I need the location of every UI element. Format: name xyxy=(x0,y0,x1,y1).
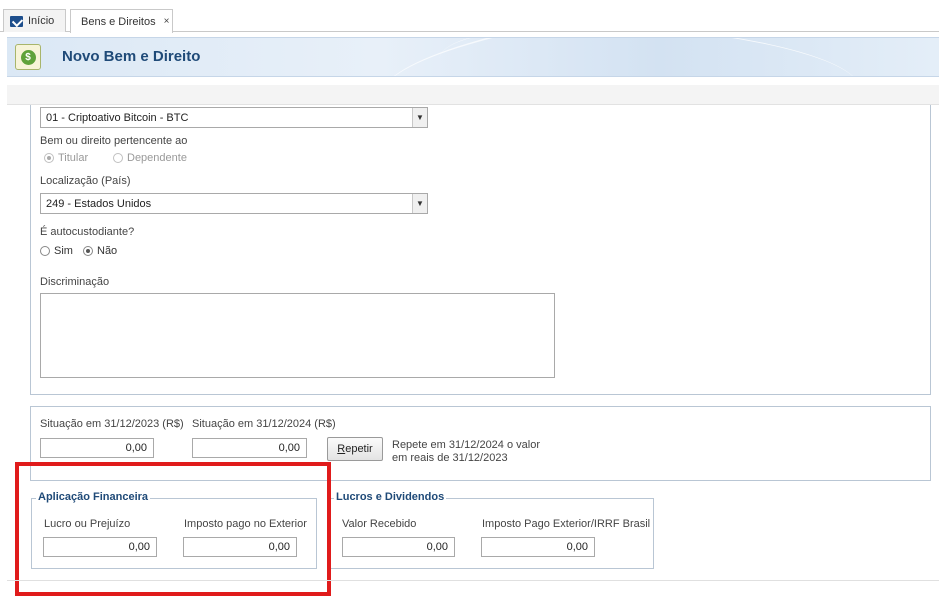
radio-dependente-dot[interactable] xyxy=(113,153,123,163)
tab-bar: Início Bens e Direitos × xyxy=(0,9,939,33)
sit-2023-input[interactable]: 0,00 xyxy=(40,438,154,458)
chevron-down-icon[interactable]: ▼ xyxy=(412,194,427,213)
lucros-dividendos-fieldset: Lucros e Dividendos Valor Recebido 0,00 … xyxy=(329,491,654,569)
localizacao-label: Localização (País) xyxy=(40,175,131,187)
repetir-note-line1: Repete em 31/12/2024 o valor xyxy=(392,439,540,451)
repetir-note-line2: em reais de 31/12/2023 xyxy=(392,452,508,464)
repetir-label: epetir xyxy=(345,443,373,455)
close-icon[interactable]: × xyxy=(164,16,170,27)
discriminacao-label: Discriminação xyxy=(40,276,110,288)
red-highlight-box xyxy=(15,462,331,596)
main-form-panel: 01 - Criptoativo Bitcoin - BTC ▼ Bem ou … xyxy=(30,105,931,395)
sit-2024-label: Situação em 31/12/2024 (R$) xyxy=(192,418,336,430)
repetir-button[interactable]: Repetir xyxy=(327,437,383,461)
radio-nao-dot[interactable] xyxy=(83,246,93,256)
page-title: Novo Bem e Direito xyxy=(62,48,201,65)
localizacao-select-value: 249 - Estados Unidos xyxy=(46,197,152,210)
page-header: $ Novo Bem e Direito xyxy=(7,37,939,77)
radio-nao-label: Não xyxy=(97,245,118,257)
pertencente-label: Bem ou direito pertencente ao xyxy=(40,135,188,147)
money-document-icon: $ xyxy=(15,44,41,70)
home-icon xyxy=(10,15,23,27)
lucros-dividendos-legend: Lucros e Dividendos xyxy=(334,491,447,503)
valor-recebido-label: Valor Recebido xyxy=(342,518,417,530)
tab-inicio[interactable]: Início xyxy=(3,9,66,32)
radio-sim-dot[interactable] xyxy=(40,246,50,256)
radio-titular-dot[interactable] xyxy=(44,153,54,163)
tab-bens-label: Bens e Direitos xyxy=(81,15,156,28)
sit-2023-label: Situação em 31/12/2023 (R$) xyxy=(40,418,184,430)
dollar-coin-icon: $ xyxy=(20,49,36,65)
tipo-select-value: 01 - Criptoativo Bitcoin - BTC xyxy=(46,111,189,124)
radio-nao[interactable]: Não xyxy=(83,245,117,257)
radio-titular-label: Titular xyxy=(58,152,89,164)
divider xyxy=(7,580,939,581)
radio-dependente-label: Dependente xyxy=(127,152,187,164)
repetir-note: Repete em 31/12/2024 o valor em reais de… xyxy=(392,439,540,465)
radio-titular[interactable]: Titular xyxy=(44,152,88,164)
valor-recebido-input[interactable]: 0,00 xyxy=(342,537,455,557)
autocustodiante-label: É autocustodiante? xyxy=(40,226,135,238)
radio-sim[interactable]: Sim xyxy=(40,245,73,257)
chevron-down-icon[interactable]: ▼ xyxy=(412,108,427,127)
tab-inicio-label: Início xyxy=(28,15,55,27)
localizacao-select[interactable]: 249 - Estados Unidos ▼ xyxy=(40,193,428,214)
imposto-irrf-label: Imposto Pago Exterior/IRRF Brasil xyxy=(482,518,651,530)
toolbar-strip xyxy=(7,85,939,105)
radio-sim-label: Sim xyxy=(54,245,73,257)
discriminacao-textarea[interactable] xyxy=(40,293,555,378)
tipo-select[interactable]: 01 - Criptoativo Bitcoin - BTC ▼ xyxy=(40,107,428,128)
tab-bens-e-direitos[interactable]: Bens e Direitos × xyxy=(70,9,173,33)
sit-2024-input[interactable]: 0,00 xyxy=(192,438,307,458)
repetir-accesskey: R xyxy=(337,443,346,455)
radio-dependente[interactable]: Dependente xyxy=(113,152,187,164)
imposto-irrf-input[interactable]: 0,00 xyxy=(481,537,595,557)
